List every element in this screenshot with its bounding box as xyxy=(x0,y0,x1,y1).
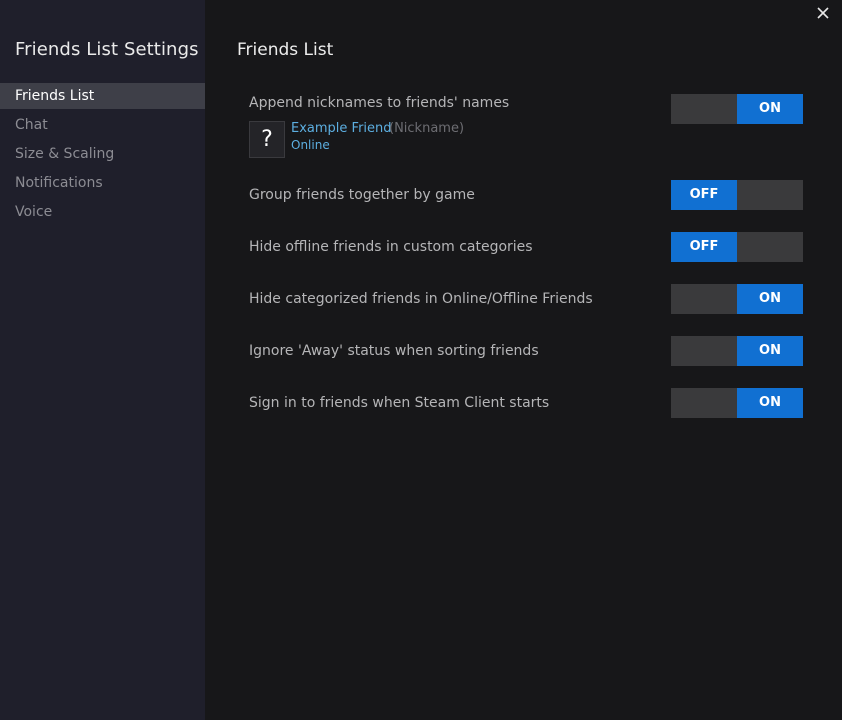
setting-label-hide-offline: Hide offline friends in custom categorie… xyxy=(249,239,533,255)
sidebar-title: Friends List Settings xyxy=(15,39,199,60)
toggle-ignore-away[interactable]: ON xyxy=(671,336,803,366)
friend-status: Online xyxy=(291,138,330,152)
setting-label-sign-in-on-start: Sign in to friends when Steam Client sta… xyxy=(249,395,550,411)
toggle-knob: ON xyxy=(737,284,803,314)
close-button[interactable] xyxy=(814,4,832,22)
toggle-hide-offline[interactable]: OFF xyxy=(671,232,803,262)
toggle-hide-categorized[interactable]: ON xyxy=(671,284,803,314)
toggle-group-by-game[interactable]: OFF xyxy=(671,180,803,210)
sidebar-nav: Friends List Chat Size & Scaling Notific… xyxy=(0,83,205,228)
sidebar-item-notifications[interactable]: Notifications xyxy=(0,170,205,199)
setting-label-ignore-away: Ignore 'Away' status when sorting friend… xyxy=(249,343,539,359)
friend-nickname: (Nickname) xyxy=(389,121,465,136)
friend-name: Example Friend xyxy=(291,121,392,136)
toggle-knob: ON xyxy=(737,336,803,366)
toggle-append-nicknames[interactable]: ON xyxy=(671,94,803,124)
toggle-knob: OFF xyxy=(671,180,737,210)
avatar: ? xyxy=(249,121,285,158)
setting-label-group-by-game: Group friends together by game xyxy=(249,187,475,203)
sidebar: Friends List Settings Friends List Chat … xyxy=(0,0,205,720)
sidebar-item-voice[interactable]: Voice xyxy=(0,199,205,228)
page-title: Friends List xyxy=(237,40,334,60)
setting-label-append-nicknames: Append nicknames to friends' names xyxy=(249,95,510,111)
sidebar-item-friends-list[interactable]: Friends List xyxy=(0,83,205,109)
sidebar-item-chat[interactable]: Chat xyxy=(0,112,205,141)
toggle-sign-in-on-start[interactable]: ON xyxy=(671,388,803,418)
sidebar-item-size-scaling[interactable]: Size & Scaling xyxy=(0,141,205,170)
toggle-knob: ON xyxy=(737,388,803,418)
settings-window: Friends List Settings Friends List Chat … xyxy=(0,0,842,720)
toggle-knob: OFF xyxy=(671,232,737,262)
toggle-knob: ON xyxy=(737,94,803,124)
setting-label-hide-categorized: Hide categorized friends in Online/Offli… xyxy=(249,291,593,307)
close-icon xyxy=(817,7,829,19)
